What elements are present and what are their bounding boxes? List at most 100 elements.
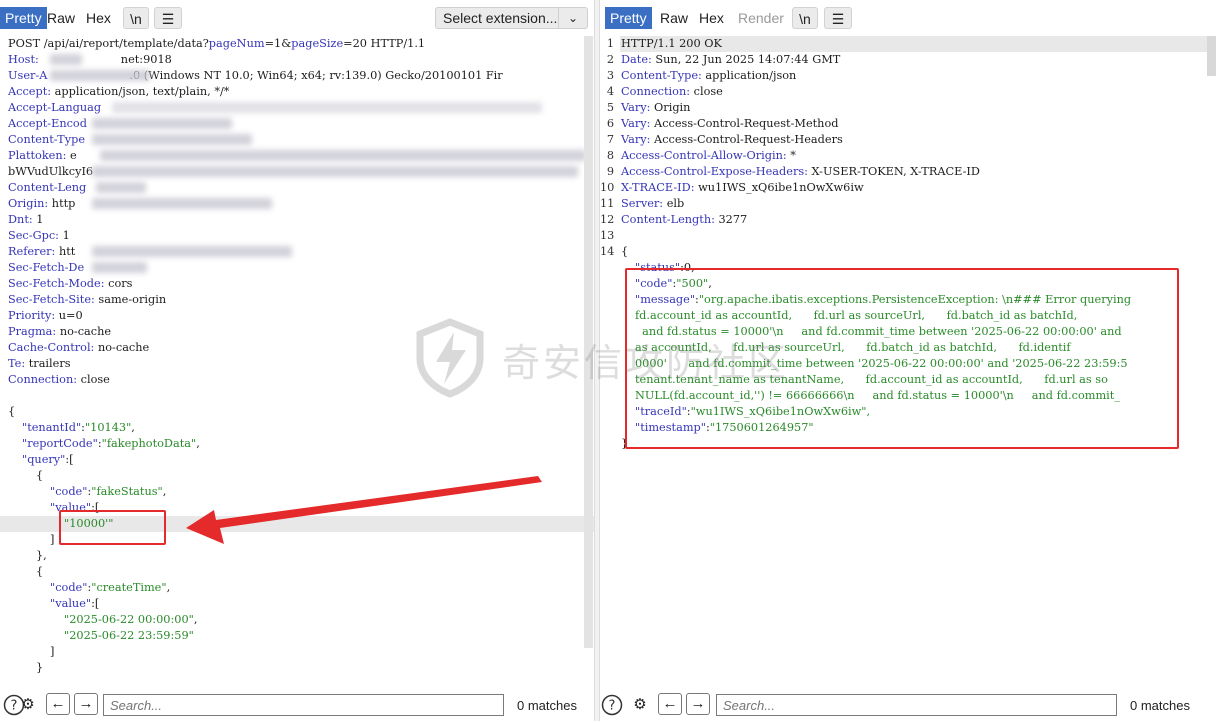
json-open-brace: { [8,405,16,418]
redacted-blur [96,182,146,193]
header-line: Access-Control-Allow-Origin: * [621,149,796,162]
request-editor[interactable]: POST /api/ai/report/template/data?pageNu… [0,36,594,680]
next-button[interactable]: → [686,693,710,715]
tab-render[interactable]: Render [733,7,789,29]
line-number: 6 [606,117,614,130]
line-number: 1 [606,37,614,50]
json-q2-value-key: "value":[ [50,597,100,610]
request-footer: ? ⚙ ← → 0 matches [0,688,594,721]
header-line: Vary: Access-Control-Request-Method [621,117,839,130]
header-line: Accept-Encod [8,117,87,130]
header-line: Host: net:9018 [8,53,172,66]
request-panel: Pretty Raw Hex \n ☰ Select extension... … [0,0,594,721]
annotation-arrow [186,476,542,544]
header-line: Connection: close [621,85,723,98]
request-scrollbar[interactable] [584,36,593,648]
newline-toggle[interactable]: \n [123,7,149,29]
menu-button[interactable]: ☰ [824,7,852,29]
tab-hex[interactable]: Hex [694,7,729,29]
header-line: Vary: Origin [621,101,691,114]
previous-button[interactable]: ← [658,693,682,715]
header-line: Vary: Access-Control-Request-Headers [621,133,843,146]
header-line: Origin: http [8,197,76,210]
header-line: Content-Length: 3277 [621,213,748,226]
line-number: 12 [600,213,615,226]
line-number: 10 [600,181,615,194]
menu-button[interactable]: ☰ [154,7,182,29]
tab-raw[interactable]: Raw [655,7,693,29]
line-number: 11 [600,197,615,210]
json-brace: }, [36,549,47,562]
request-toolbar: Pretty Raw Hex \n ☰ Select extension... … [0,0,594,36]
gear-icon[interactable]: ⚙ [16,694,40,716]
arrow-right-icon: → [78,695,94,712]
menu-icon: ☰ [161,11,175,27]
json-brace: } [36,661,44,674]
header-line: Te: trailers [8,357,71,370]
header-line: Access-Control-Expose-Headers: X-USER-TO… [621,165,980,178]
line-number: 14 [600,245,615,258]
json-reportcode: "reportCode":"fakephotoData", [22,437,200,450]
response-scrollbar[interactable] [1207,36,1216,76]
request-match-count: 0 matches [517,698,577,713]
header-line: Sec-Fetch-De [8,261,85,274]
tab-raw[interactable]: Raw [42,7,80,29]
redacted-blur [92,246,292,257]
redacted-blur [92,262,147,273]
arrow-right-icon: → [690,695,706,712]
json-q1-code: "code":"fakeStatus", [50,485,167,498]
line-number: 2 [606,53,614,66]
json-open-brace: { [621,245,629,258]
header-line: Date: Sun, 22 Jun 2025 14:07:44 GMT [621,53,841,66]
redacted-blur [50,54,82,65]
next-button[interactable]: → [74,693,98,715]
header-line: bWVudUlkcyI6 [8,165,94,178]
redacted-blur [100,150,586,161]
tab-hex[interactable]: Hex [81,7,116,29]
header-line: Referer: htt [8,245,76,258]
redacted-blur [92,118,232,129]
gear-icon[interactable]: ⚙ [628,694,652,716]
status-line: HTTP/1.1 200 OK [621,37,722,50]
line-number: 5 [606,101,614,114]
highlight-box-error-response [625,268,1179,449]
json-bracket: ] [50,533,55,546]
select-extension-dropdown[interactable]: Select extension... ⌄ [435,7,588,29]
response-toolbar: Pretty Raw Hex Render \n ☰ [600,0,1219,36]
newline-toggle[interactable]: \n [792,7,818,29]
header-line: Connection: close [8,373,110,386]
request-search-input[interactable] [103,694,504,716]
previous-button[interactable]: ← [46,693,70,715]
header-line: Accept-Languag [8,101,102,114]
redacted-blur [112,102,542,113]
redacted-blur [92,198,272,209]
header-line: Sec-Fetch-Mode: cors [8,277,133,290]
redacted-blur [92,166,578,177]
redacted-blur [50,70,150,81]
select-extension-label: Select extension... [443,10,558,26]
header-line: Content-Leng [8,181,87,194]
json-bracket: ] [50,645,55,658]
header-line: Priority: u=0 [8,309,83,322]
header-line: Server: elb [621,197,685,210]
redacted-blur [92,134,252,145]
response-search-input[interactable] [716,694,1117,716]
json-q2-value-1: "2025-06-22 00:00:00", [64,613,198,626]
tab-pretty[interactable]: Pretty [605,7,652,29]
json-query: "query":[ [22,453,74,466]
line-number: 9 [606,165,614,178]
json-brace: { [36,469,44,482]
highlight-box-request-value [59,510,166,545]
line-number: 13 [600,229,615,242]
request-line: POST /api/ai/report/template/data?pageNu… [8,37,426,50]
json-tenantid: "tenantId":"10143", [22,421,135,434]
header-line: Cache-Control: no-cache [8,341,150,354]
response-footer: ? ⚙ ← → 0 matches [600,688,1219,721]
header-line: Accept: application/json, text/plain, */… [8,85,230,98]
json-q2-code: "code":"createTime", [50,581,171,594]
header-line: Plattoken: e [8,149,77,162]
tab-pretty[interactable]: Pretty [0,7,47,29]
line-number: 7 [606,133,614,146]
line-number: 4 [606,85,614,98]
help-icon[interactable]: ? [600,694,624,716]
